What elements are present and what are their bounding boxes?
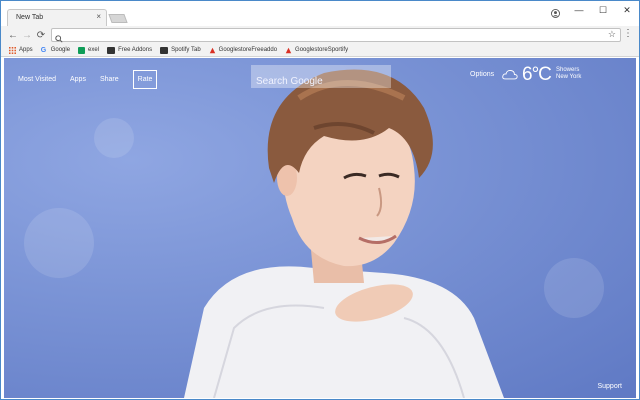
window-controls: — ☐ ✕ xyxy=(567,1,639,19)
maximize-button[interactable]: ☐ xyxy=(591,1,615,19)
store-icon xyxy=(285,47,292,54)
options-link[interactable]: Options xyxy=(470,71,494,78)
new-tab-page: Most Visited Apps Share Rate Options 6°C… xyxy=(4,58,636,398)
bookmark-star-icon[interactable]: ☆ xyxy=(608,29,616,40)
toolbar: ← → ⟳ ☆ ⋮ xyxy=(1,26,639,44)
weather-condition: Showers xyxy=(556,67,580,73)
bookmark-google[interactable]: G Google xyxy=(41,47,70,54)
bookmark-free-addons[interactable]: Free Addons xyxy=(107,46,153,54)
tab-new-tab[interactable]: New Tab × xyxy=(7,9,107,26)
bookmark-exel[interactable]: exel xyxy=(78,46,100,54)
tab-close-icon[interactable]: × xyxy=(96,12,101,21)
bookmark-googlestore-freeaddo[interactable]: GooglestoreFreeaddo xyxy=(209,47,277,54)
background-bokeh xyxy=(544,258,604,318)
profile-icon[interactable] xyxy=(551,5,560,23)
temperature: 6°C xyxy=(522,64,552,85)
weather-city: New York xyxy=(556,74,582,80)
bookmark-label: Google xyxy=(50,47,71,53)
cloud-icon xyxy=(502,67,518,85)
bookmarks-bar: Apps G Google exel Free Addons Spotify T… xyxy=(1,44,639,57)
tab-title: New Tab xyxy=(16,14,44,21)
bookmark-label: GooglestoreFreeaddo xyxy=(218,47,278,53)
rate-button[interactable]: Rate xyxy=(132,70,158,89)
bookmark-label: Free Addons xyxy=(118,47,153,53)
support-link[interactable]: Support xyxy=(597,383,622,390)
apps-grid-icon xyxy=(9,46,16,54)
address-bar[interactable]: ☆ xyxy=(51,28,621,43)
background-bokeh xyxy=(24,208,94,278)
tab-strip: New Tab × — ☐ ✕ xyxy=(1,1,639,26)
forward-arrow-icon[interactable]: → xyxy=(21,28,33,42)
new-tab-button[interactable] xyxy=(108,14,128,23)
bookmark-label: GooglestoreSportify xyxy=(295,47,349,53)
bookmark-googlestore-sportify[interactable]: GooglestoreSportify xyxy=(285,47,348,54)
background-photo xyxy=(184,69,504,398)
close-button[interactable]: ✕ xyxy=(615,1,639,19)
bookmark-label: Apps xyxy=(19,47,33,53)
bookmark-label: Spotify Tab xyxy=(171,47,201,53)
search-input[interactable] xyxy=(256,76,386,87)
bookmark-label: exel xyxy=(88,47,100,53)
nav-most-visited[interactable]: Most Visited xyxy=(18,76,56,83)
google-icon: G xyxy=(40,46,47,54)
search-box xyxy=(251,65,391,88)
nav-apps[interactable]: Apps xyxy=(70,76,86,83)
bookmark-apps[interactable]: Apps xyxy=(9,46,33,54)
browser-window: New Tab × — ☐ ✕ ← → ⟳ ☆ ⋮ Apps G Google … xyxy=(0,0,640,400)
menu-dots-icon[interactable]: ⋮ xyxy=(623,28,633,39)
nav-share[interactable]: Share xyxy=(100,76,119,83)
top-nav: Most Visited Apps Share Rate xyxy=(18,70,158,89)
store-icon xyxy=(209,47,216,54)
back-arrow-icon[interactable]: ← xyxy=(7,28,19,42)
reload-icon[interactable]: ⟳ xyxy=(35,28,47,42)
addons-icon xyxy=(107,46,116,54)
bookmark-spotify-tab[interactable]: Spotify Tab xyxy=(160,46,201,54)
weather-info: Showers New York xyxy=(556,67,581,81)
spotify-icon xyxy=(160,46,169,54)
sheets-icon xyxy=(78,46,86,54)
minimize-button[interactable]: — xyxy=(567,1,591,19)
background-bokeh xyxy=(94,118,134,158)
